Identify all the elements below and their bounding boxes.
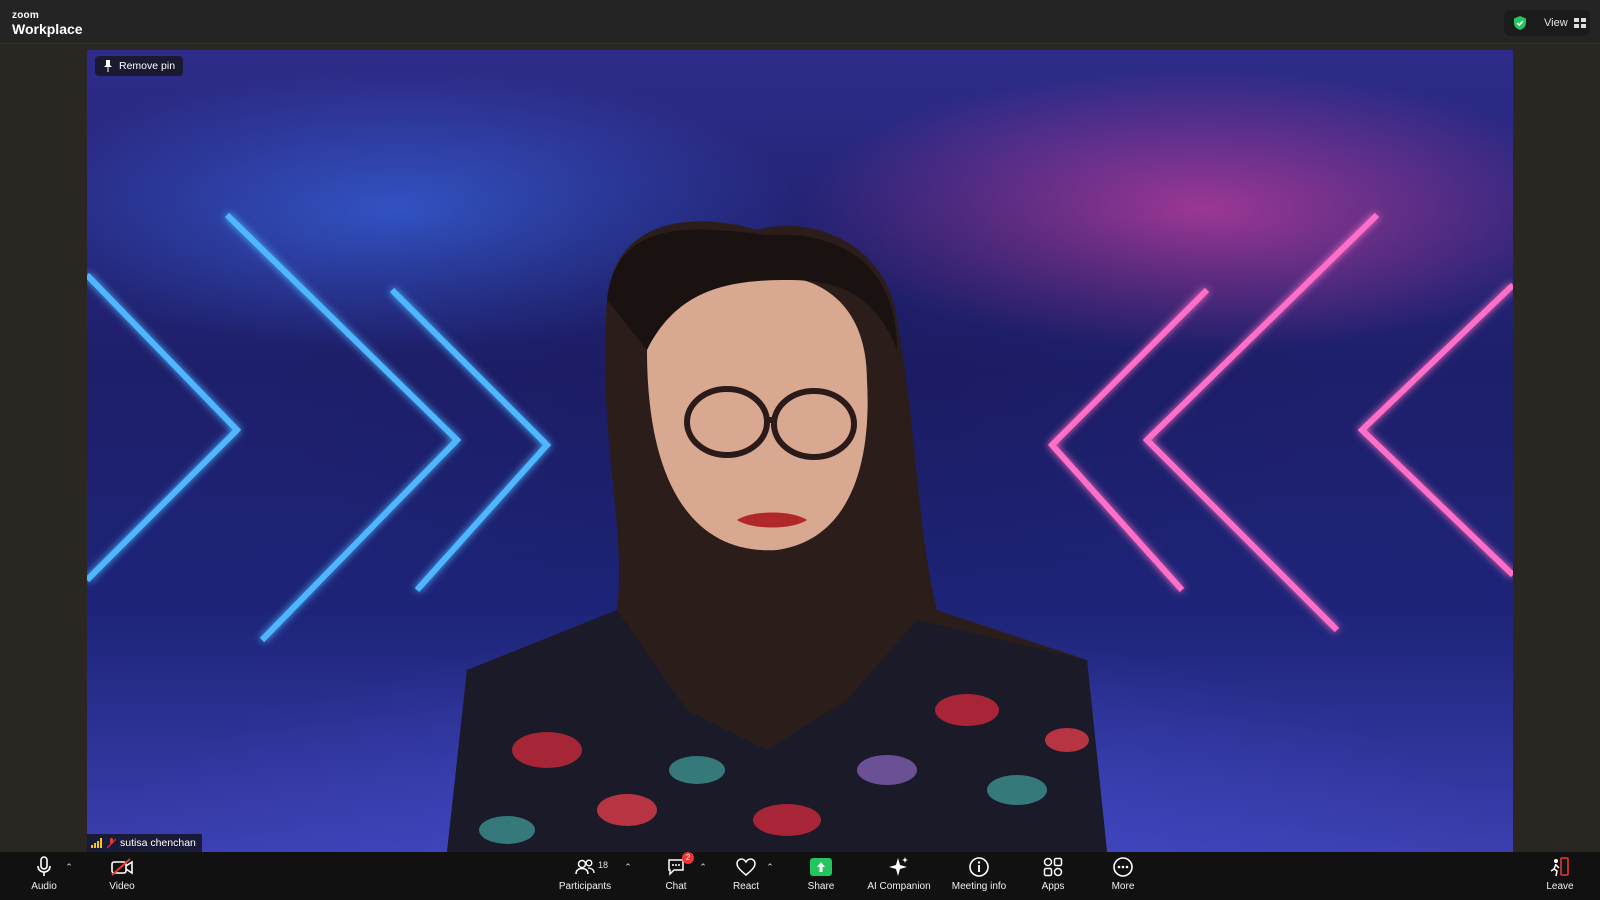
video-label: Video (109, 881, 135, 892)
mic-muted-icon (106, 837, 117, 849)
share-label: Share (807, 881, 835, 892)
remove-pin-button[interactable]: Remove pin (95, 56, 184, 76)
chat-label: Chat (665, 881, 687, 892)
react-label: React (732, 881, 760, 892)
participants-options-caret-icon[interactable]: ⌃ (623, 862, 633, 872)
meeting-info-button[interactable]: Meeting info (950, 856, 1008, 896)
pin-icon (103, 60, 113, 72)
chat-unread-badge: 2 (682, 852, 694, 864)
pinned-video-tile[interactable]: Remove pin sutisa chenchan (87, 50, 1513, 852)
shield-check-icon[interactable] (1512, 15, 1528, 31)
participant-name: sutisa chenchan (120, 837, 196, 849)
logo-workplace-text: Workplace (12, 21, 83, 37)
grid-view-icon (1573, 18, 1586, 28)
remove-pin-label: Remove pin (119, 60, 176, 72)
chat-bubble-icon: 2 (664, 852, 694, 878)
participants-label: Participants (558, 881, 612, 892)
view-controls: View (1504, 10, 1590, 36)
leave-button[interactable]: Leave (1543, 856, 1577, 896)
view-label: View (1544, 17, 1568, 29)
more-button[interactable]: More (1106, 856, 1140, 896)
meeting-toolbar: Audio ⌃ Video Participants 18 ⌃ 2 Chat ⌃… (0, 852, 1600, 900)
react-options-caret-icon[interactable]: ⌃ (765, 862, 775, 872)
chat-button[interactable]: 2 Chat (660, 852, 694, 896)
meeting-info-label: Meeting info (951, 881, 1007, 892)
participant-figure (447, 221, 1107, 852)
participants-count: 18 (598, 860, 609, 870)
ai-companion-button[interactable]: AI Companion (866, 856, 932, 896)
heart-icon (734, 856, 758, 878)
video-button[interactable]: Video (104, 856, 140, 896)
logo-zoom-text: zoom (12, 10, 39, 21)
video-stage: Remove pin sutisa chenchan (0, 44, 1600, 852)
audio-label: Audio (31, 881, 57, 892)
audio-options-caret-icon[interactable]: ⌃ (64, 862, 74, 872)
apps-label: Apps (1041, 881, 1065, 892)
leave-label: Leave (1546, 881, 1574, 892)
info-icon (967, 856, 991, 878)
more-label: More (1111, 881, 1135, 892)
view-button[interactable]: View (1544, 17, 1586, 29)
signal-strength-icon (91, 838, 103, 848)
react-button[interactable]: React (730, 856, 762, 896)
more-icon (1111, 856, 1135, 878)
chat-options-caret-icon[interactable]: ⌃ (698, 862, 708, 872)
sparkle-icon (887, 856, 911, 878)
video-off-icon (110, 856, 134, 878)
zoom-workplace-logo: zoom Workplace (12, 10, 83, 37)
share-button[interactable]: Share (804, 856, 838, 896)
title-bar: zoom Workplace View (0, 0, 1600, 44)
apps-button[interactable]: Apps (1036, 856, 1070, 896)
virtual-background (87, 212, 1513, 852)
people-icon (573, 856, 597, 878)
apps-icon (1041, 856, 1065, 878)
ai-companion-label: AI Companion (867, 881, 931, 892)
participant-name-tag: sutisa chenchan (87, 834, 202, 852)
share-screen-icon (809, 856, 833, 878)
microphone-icon (32, 856, 56, 878)
audio-button[interactable]: Audio (26, 856, 62, 896)
leave-icon (1548, 856, 1572, 878)
